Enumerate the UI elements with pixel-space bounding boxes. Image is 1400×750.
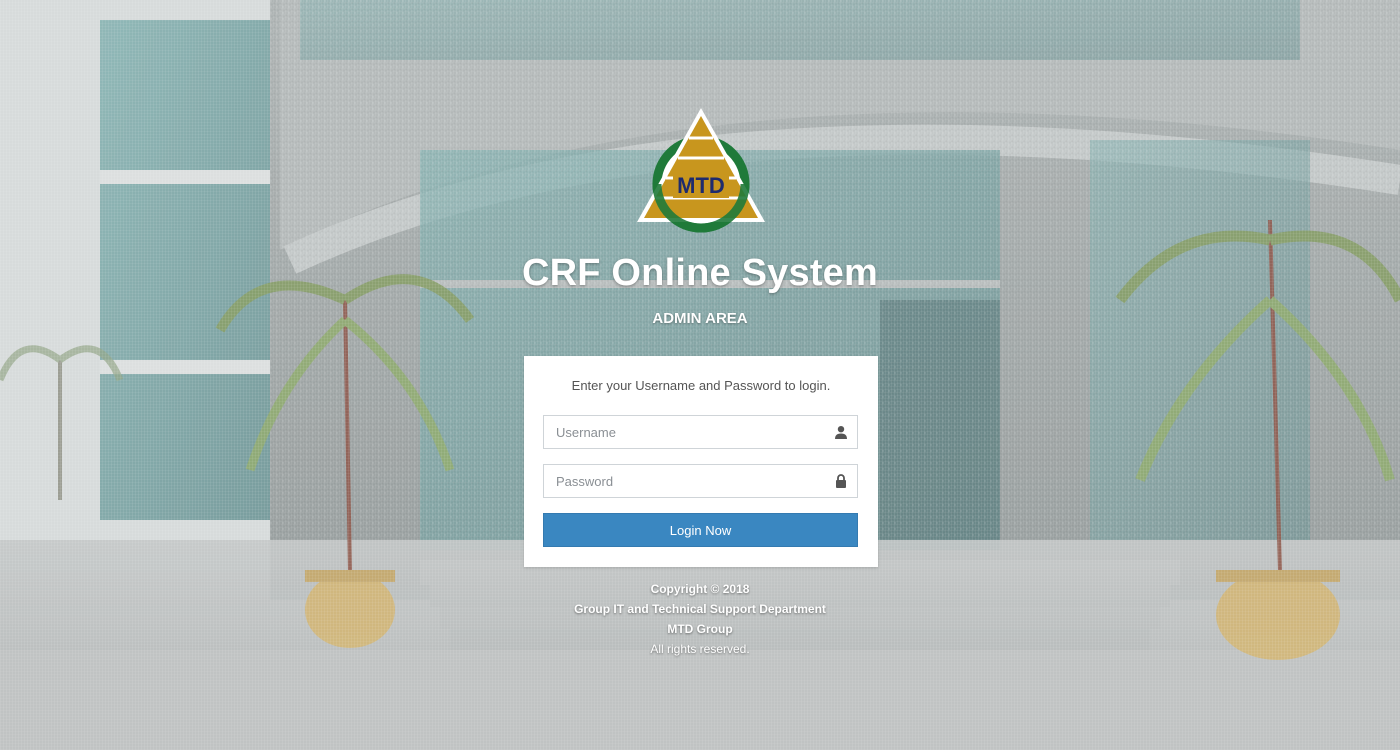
footer-rights: All rights reserved. bbox=[650, 642, 750, 656]
lock-icon bbox=[836, 474, 846, 488]
footer-copyright: Copyright © 2018 bbox=[650, 582, 750, 596]
footer: Copyright © 2018 Group IT and Technical … bbox=[0, 579, 1400, 659]
page-subtitle: ADMIN AREA bbox=[652, 310, 748, 327]
mtd-logo: MTD bbox=[637, 108, 765, 233]
username-input[interactable] bbox=[544, 416, 824, 448]
password-field bbox=[543, 464, 858, 498]
username-field bbox=[543, 415, 858, 449]
login-button[interactable]: Login Now bbox=[543, 513, 858, 547]
password-input[interactable] bbox=[544, 465, 824, 497]
login-instructions: Enter your Username and Password to logi… bbox=[571, 378, 831, 393]
user-icon bbox=[835, 426, 847, 439]
page-title: CRF Online System bbox=[521, 252, 879, 294]
logo-text: MTD bbox=[677, 173, 725, 198]
login-page: MTD CRF Online System ADMIN AREA Enter y… bbox=[0, 0, 1400, 750]
footer-department: Group IT and Technical Support Departmen… bbox=[574, 602, 826, 616]
login-card: Enter your Username and Password to logi… bbox=[524, 356, 878, 567]
footer-company: MTD Group bbox=[667, 622, 733, 636]
